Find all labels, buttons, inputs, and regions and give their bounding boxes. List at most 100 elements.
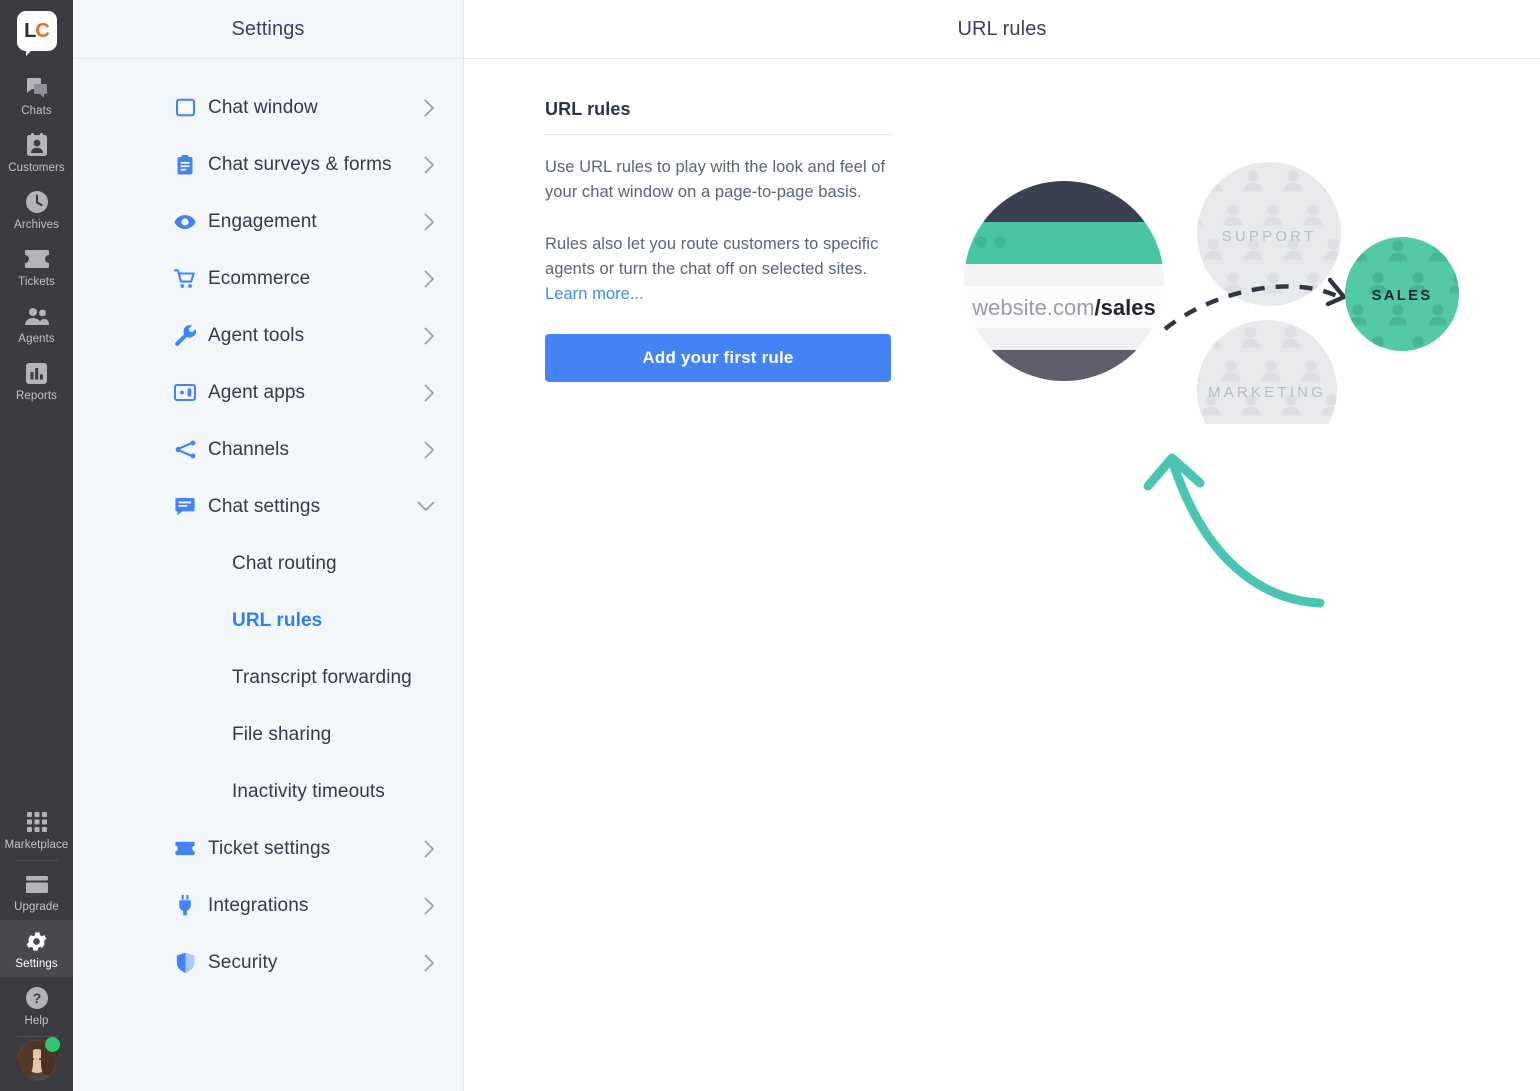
avatar[interactable] (15, 1037, 60, 1081)
settings-subitem-url-rules[interactable]: URL rules (73, 592, 463, 649)
settings-item-label: Chat window (208, 96, 318, 118)
rail-item-label: Chats (21, 105, 52, 117)
chevron-right-icon (424, 213, 435, 231)
chevron-right-icon (424, 156, 435, 174)
settings-panel-header: Settings (73, 0, 463, 59)
help-icon: ? (25, 985, 49, 1011)
svg-text:?: ? (32, 990, 41, 1006)
marketing-label: MARKETING (1208, 384, 1326, 401)
settings-item-label: Chat settings (208, 495, 321, 517)
browser-window-circle: website.com/sales (964, 181, 1164, 381)
status-badge-online (44, 1037, 60, 1052)
url-rules-intro: URL rules Use URL rules to play with the… (545, 99, 893, 382)
main-body: URL rules Use URL rules to play with the… (464, 59, 1540, 1091)
chevron-down-icon (417, 501, 435, 512)
rail-item-chats[interactable]: Chats (0, 67, 73, 124)
logo-letter-l: L (24, 19, 36, 42)
rail-item-label: Marketplace (4, 839, 69, 851)
rail-item-settings[interactable]: Settings (0, 920, 73, 977)
settings-item-label: Ecommerce (208, 267, 311, 289)
rail-item-label: Settings (15, 958, 58, 970)
settings-item-security[interactable]: Security (73, 934, 463, 991)
main-header: URL rules (464, 0, 1540, 59)
intro-paragraph-2: Rules also let you route customers to sp… (545, 232, 893, 307)
chevron-right-icon (424, 327, 435, 345)
tickets-icon (24, 246, 50, 272)
chevron-right-icon (424, 384, 435, 402)
rail-divider (15, 860, 58, 861)
settings-item-ecommerce[interactable]: Ecommerce (73, 250, 463, 307)
rail-item-upgrade[interactable]: Upgrade (0, 863, 73, 920)
logo-letter-c: C (35, 19, 49, 42)
rail-item-label: Agents (18, 333, 55, 345)
rail-item-label: Help (24, 1015, 49, 1027)
settings-menu: Chat window Chat surveys & forms Engagem… (73, 59, 463, 1091)
group-circle-sales: SALES (1345, 237, 1459, 351)
settings-item-label: Integrations (208, 894, 309, 916)
ticket-icon (174, 838, 196, 860)
rail-item-marketplace[interactable]: Marketplace (0, 801, 73, 858)
settings-item-label: Agent apps (208, 381, 306, 403)
settings-item-label: Transcript forwarding (232, 666, 412, 688)
agents-icon (24, 303, 50, 329)
settings-subitem-file-sharing[interactable]: File sharing (73, 706, 463, 763)
upgrade-icon (25, 871, 49, 897)
rail-item-label: Tickets (18, 276, 55, 288)
rail-item-customers[interactable]: Customers (0, 124, 73, 181)
settings-item-label: Inactivity timeouts (232, 780, 385, 802)
gear-icon (24, 928, 49, 954)
settings-item-agent-tools[interactable]: Agent tools (73, 307, 463, 364)
settings-item-integrations[interactable]: Integrations (73, 877, 463, 934)
settings-item-channels[interactable]: Channels (73, 421, 463, 478)
settings-item-agent-apps[interactable]: Agent apps (73, 364, 463, 421)
settings-item-label: File sharing (232, 723, 332, 745)
rail-item-agents[interactable]: Agents (0, 295, 73, 352)
chevron-right-icon (424, 441, 435, 459)
agent-apps-icon (174, 382, 196, 404)
settings-subitem-chat-routing[interactable]: Chat routing (73, 535, 463, 592)
settings-item-chat-window[interactable]: Chat window (73, 79, 463, 136)
settings-item-chat-surveys-forms[interactable]: Chat surveys & forms (73, 136, 463, 193)
chats-icon (25, 75, 49, 101)
rail-item-archives[interactable]: Archives (0, 181, 73, 238)
shield-icon (174, 952, 196, 974)
rail-item-help[interactable]: ? Help (0, 977, 73, 1034)
chevron-right-icon (424, 954, 435, 972)
settings-item-label: Agent tools (208, 324, 305, 346)
rail-item-label: Reports (16, 390, 57, 402)
intro-paragraph-1: Use URL rules to play with the look and … (545, 158, 886, 201)
settings-item-engagement[interactable]: Engagement (73, 193, 463, 250)
clipboard-icon (174, 154, 196, 176)
eye-icon (174, 211, 196, 233)
chevron-right-icon (424, 897, 435, 915)
customers-icon (26, 132, 48, 158)
rail-item-label: Customers (8, 162, 65, 174)
rail-item-reports[interactable]: Reports (0, 352, 73, 409)
settings-item-label: Chat surveys & forms (208, 153, 392, 175)
settings-item-label: Security (208, 951, 278, 973)
settings-subitem-transcript-forwarding[interactable]: Transcript forwarding (73, 649, 463, 706)
support-label: SUPPORT (1222, 228, 1317, 245)
main-content: URL rules URL rules Use URL rules to pla… (464, 0, 1540, 1091)
channels-icon (174, 439, 196, 461)
rail-item-label: Upgrade (14, 901, 59, 913)
archives-icon (25, 189, 49, 215)
main-page-title: URL rules (957, 17, 1047, 40)
settings-item-ticket-settings[interactable]: Ticket settings (73, 820, 463, 877)
page-title: Settings (231, 17, 305, 40)
settings-item-chat-settings[interactable]: Chat settings (73, 478, 463, 535)
rail-item-tickets[interactable]: Tickets (0, 238, 73, 295)
global-nav-rail: LC Chats Customers Archives Tickets Agen… (0, 0, 73, 1091)
settings-item-label: URL rules (232, 609, 323, 631)
pointer-arrow-icon (1143, 453, 1325, 608)
learn-more-link[interactable]: Learn more... (545, 285, 644, 303)
settings-item-label: Channels (208, 438, 290, 460)
chevron-right-icon (424, 270, 435, 288)
livechat-logo[interactable]: LC (16, 11, 57, 56)
sales-label: SALES (1371, 287, 1432, 304)
app-root: LC Chats Customers Archives Tickets Agen… (0, 0, 1540, 1091)
marketplace-icon (26, 809, 48, 835)
add-first-rule-button[interactable]: Add your first rule (545, 334, 891, 382)
settings-subitem-inactivity-timeouts[interactable]: Inactivity timeouts (73, 763, 463, 820)
section-divider (545, 134, 893, 135)
